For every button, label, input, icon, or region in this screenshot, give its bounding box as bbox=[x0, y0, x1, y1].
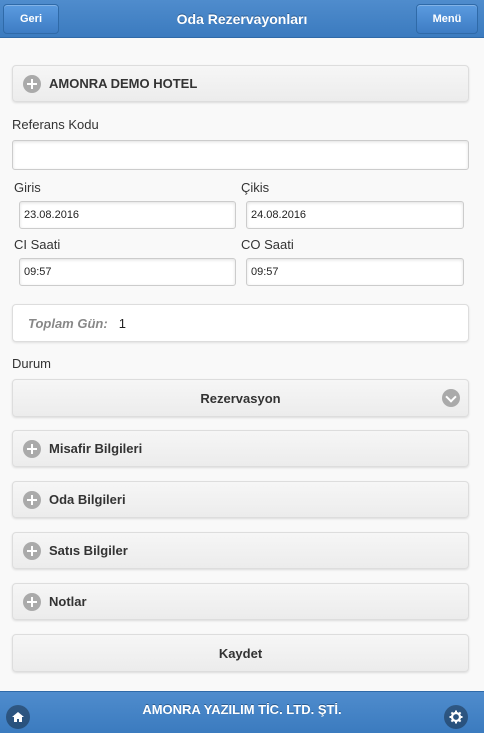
reference-label: Referans Kodu bbox=[12, 117, 99, 132]
reference-input[interactable] bbox=[12, 140, 469, 170]
save-button[interactable]: Kaydet bbox=[12, 634, 469, 672]
status-value: Rezervasyon bbox=[200, 390, 281, 406]
co-time-label: CO Saati bbox=[241, 237, 294, 252]
plus-icon bbox=[23, 439, 41, 458]
back-button[interactable]: Geri bbox=[3, 4, 59, 34]
menu-button[interactable]: Menü bbox=[416, 4, 478, 34]
ci-time-label: CI Saati bbox=[14, 237, 61, 252]
section-oda-bilgileri[interactable]: Oda Bilgileri bbox=[12, 481, 469, 518]
section-label: Notlar bbox=[49, 594, 87, 609]
home-icon[interactable] bbox=[6, 705, 30, 729]
plus-icon bbox=[23, 490, 41, 509]
checkin-input[interactable]: 23.08.2016 bbox=[19, 201, 236, 229]
ci-time-input[interactable]: 09:57 bbox=[19, 258, 236, 286]
plus-icon bbox=[23, 74, 41, 93]
app-header: Geri Oda Rezervayonları Menü bbox=[0, 0, 484, 38]
hotel-collapsible[interactable]: AMONRA DEMO HOTEL bbox=[12, 65, 469, 102]
section-satis-bilgiler[interactable]: Satıs Bilgiler bbox=[12, 532, 469, 569]
app-footer: AMONRA YAZILIM TİC. LTD. ŞTİ. bbox=[0, 691, 484, 733]
plus-icon bbox=[23, 592, 41, 611]
page-title: Oda Rezervayonları bbox=[176, 10, 308, 27]
gear-icon[interactable] bbox=[444, 705, 468, 729]
total-days-value: 1 bbox=[118, 315, 126, 331]
footer-title: AMONRA YAZILIM TİC. LTD. ŞTİ. bbox=[142, 702, 342, 717]
status-label: Durum bbox=[12, 356, 52, 371]
co-time-input[interactable]: 09:57 bbox=[246, 258, 464, 286]
section-label: Oda Bilgileri bbox=[49, 492, 126, 507]
section-notlar[interactable]: Notlar bbox=[12, 583, 469, 620]
checkout-input[interactable]: 24.08.2016 bbox=[246, 201, 464, 229]
section-misafir-bilgileri[interactable]: Misafir Bilgileri bbox=[12, 430, 469, 467]
total-days-label: Toplam Gün: bbox=[28, 315, 108, 331]
section-label: Misafir Bilgileri bbox=[49, 441, 143, 456]
chevron-down-icon bbox=[442, 389, 460, 407]
checkout-label: Çikis bbox=[241, 180, 270, 195]
checkin-label: Giris bbox=[14, 180, 41, 195]
section-label: Satıs Bilgiler bbox=[49, 543, 128, 558]
plus-icon bbox=[23, 541, 41, 560]
status-select[interactable]: Rezervasyon bbox=[12, 379, 469, 417]
total-days-box: Toplam Gün: 1 bbox=[12, 304, 469, 342]
hotel-name: AMONRA DEMO HOTEL bbox=[49, 76, 198, 91]
